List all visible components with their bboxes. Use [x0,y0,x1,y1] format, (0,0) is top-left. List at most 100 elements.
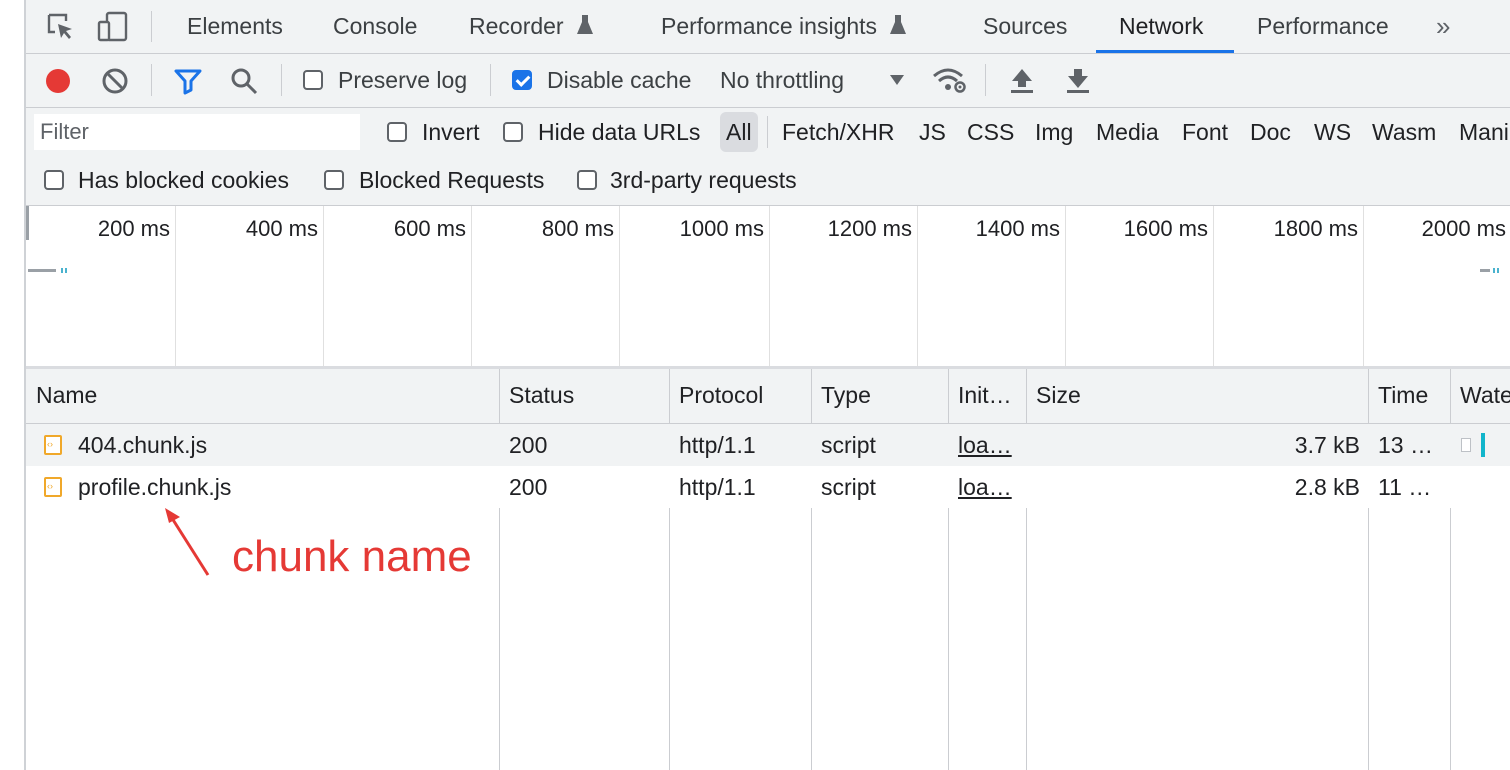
timeline-gridline [1363,206,1364,366]
flask-icon [890,15,907,34]
has-blocked-cookies-checkbox[interactable] [44,170,64,190]
throttling-select[interactable]: No throttling [720,67,844,94]
clear-icon[interactable] [100,66,130,96]
request-type: script [821,474,876,500]
tab-divider [151,11,152,42]
timeline-request-bar [65,268,67,273]
type-filter-font[interactable]: Font [1182,119,1228,146]
disable-cache-label: Disable cache [547,67,692,93]
timeline-tick-label: 800 ms [541,216,614,241]
hide-data-urls-checkbox[interactable] [503,122,523,142]
more-tabs-icon[interactable]: » [1436,0,1450,53]
preserve-log-checkbox[interactable] [303,70,323,90]
column-header-initiator[interactable]: Init… [958,382,1012,409]
annotation-arrow-icon [165,508,210,576]
waterfall-queue-bar [1461,438,1471,452]
request-name[interactable]: profile.chunk.js [78,474,231,501]
request-name[interactable]: 404.chunk.js [78,432,207,459]
type-filter-media[interactable]: Media [1096,119,1159,146]
has-blocked-cookies-label: Has blocked cookies [78,167,289,193]
tab-performance[interactable]: Performance [1257,0,1389,53]
toolbar-divider [151,64,152,96]
timeline-tick-label: 1800 ms [1273,216,1358,241]
timeline-tick-label: 600 ms [393,216,466,241]
type-filter-manifest[interactable]: Mani [1459,119,1509,146]
timeline-tick-label: 200 ms [97,216,170,241]
type-filter-css[interactable]: CSS [967,119,1014,146]
tab-recorder[interactable]: Recorder [469,0,594,53]
filter-input[interactable] [34,114,360,150]
toolbar-divider [281,64,282,96]
disable-cache-checkbox[interactable] [512,70,532,90]
waterfall-download-bar [1481,433,1485,457]
timeline-request-bar [28,269,56,272]
column-header-size[interactable]: Size [1036,382,1081,409]
type-filter-all[interactable]: All [726,119,752,146]
timeline-start-marker [26,206,29,240]
type-filter-wasm[interactable]: Wasm [1372,119,1436,146]
search-icon[interactable] [229,66,259,96]
request-time: 13 … [1378,432,1433,458]
type-filter-fetch-xhr[interactable]: Fetch/XHR [782,119,894,146]
tab-elements[interactable]: Elements [187,0,283,53]
annotation-label: chunk name [232,532,472,581]
export-har-icon[interactable] [1064,66,1092,96]
timeline-tick-label: 1600 ms [1123,216,1208,241]
request-protocol: http/1.1 [679,432,756,458]
type-filter-ws[interactable]: WS [1314,119,1351,146]
request-initiator-link[interactable]: loa… [958,432,1012,459]
inspect-element-icon[interactable] [46,12,76,42]
record-icon[interactable] [43,66,73,96]
third-party-requests-checkbox[interactable] [577,170,597,190]
throttling-value: No throttling [720,67,845,93]
column-header-name[interactable]: Name [36,382,97,409]
column-header-time[interactable]: Time [1378,382,1428,409]
request-protocol: http/1.1 [679,474,756,500]
requests-table-header [26,369,1510,424]
tab-recorder-label: Recorder [469,13,564,39]
active-tab-indicator [1096,50,1234,53]
tab-performance-insights[interactable]: Performance insights [661,0,907,53]
type-filter-js[interactable]: JS [919,119,946,146]
timeline-tick-label: 1200 ms [827,216,912,241]
type-filter-doc[interactable]: Doc [1250,119,1291,146]
blocked-requests-checkbox[interactable] [324,170,344,190]
invert-label: Invert [422,119,480,145]
timeline-request-bar [1497,268,1499,273]
third-party-requests-label: 3rd-party requests [610,167,797,193]
request-type: script [821,432,876,458]
device-toolbar-icon[interactable] [96,11,130,43]
timeline-gridline [175,206,176,366]
import-har-icon[interactable] [1008,66,1036,96]
column-header-protocol[interactable]: Protocol [679,382,763,409]
timeline-gridline [1065,206,1066,366]
toolbar-divider [490,64,491,96]
timeline-tick-label: 1000 ms [679,216,764,241]
request-size: 3.7 kB [1294,432,1360,458]
timeline-tick-label: 1400 ms [975,216,1060,241]
filter-icon[interactable] [173,66,203,96]
request-status: 200 [509,474,548,500]
filter-divider [767,116,768,148]
request-initiator-link[interactable]: loa… [958,474,1012,501]
timeline-request-bar [1480,269,1490,272]
tab-console[interactable]: Console [333,0,417,53]
hide-data-urls-label: Hide data URLs [538,119,701,145]
script-file-icon [44,477,62,497]
column-header-status[interactable]: Status [509,382,574,409]
timeline-request-bar [1493,268,1495,273]
timeline-gridline [917,206,918,366]
timeline-tick-label: 2000 ms [1421,216,1506,241]
blocked-requests-label: Blocked Requests [359,167,545,193]
network-conditions-icon[interactable] [931,64,969,96]
tab-network[interactable]: Network [1119,0,1203,53]
tab-sources[interactable]: Sources [983,0,1067,53]
column-header-type[interactable]: Type [821,382,871,409]
timeline-gridline [323,206,324,366]
invert-checkbox[interactable] [387,122,407,142]
timeline-request-bar [61,268,63,273]
chevron-down-icon[interactable] [888,72,906,88]
column-header-waterfall[interactable]: Wate [1460,382,1510,409]
type-filter-img[interactable]: Img [1035,119,1073,146]
script-file-icon [44,435,62,455]
